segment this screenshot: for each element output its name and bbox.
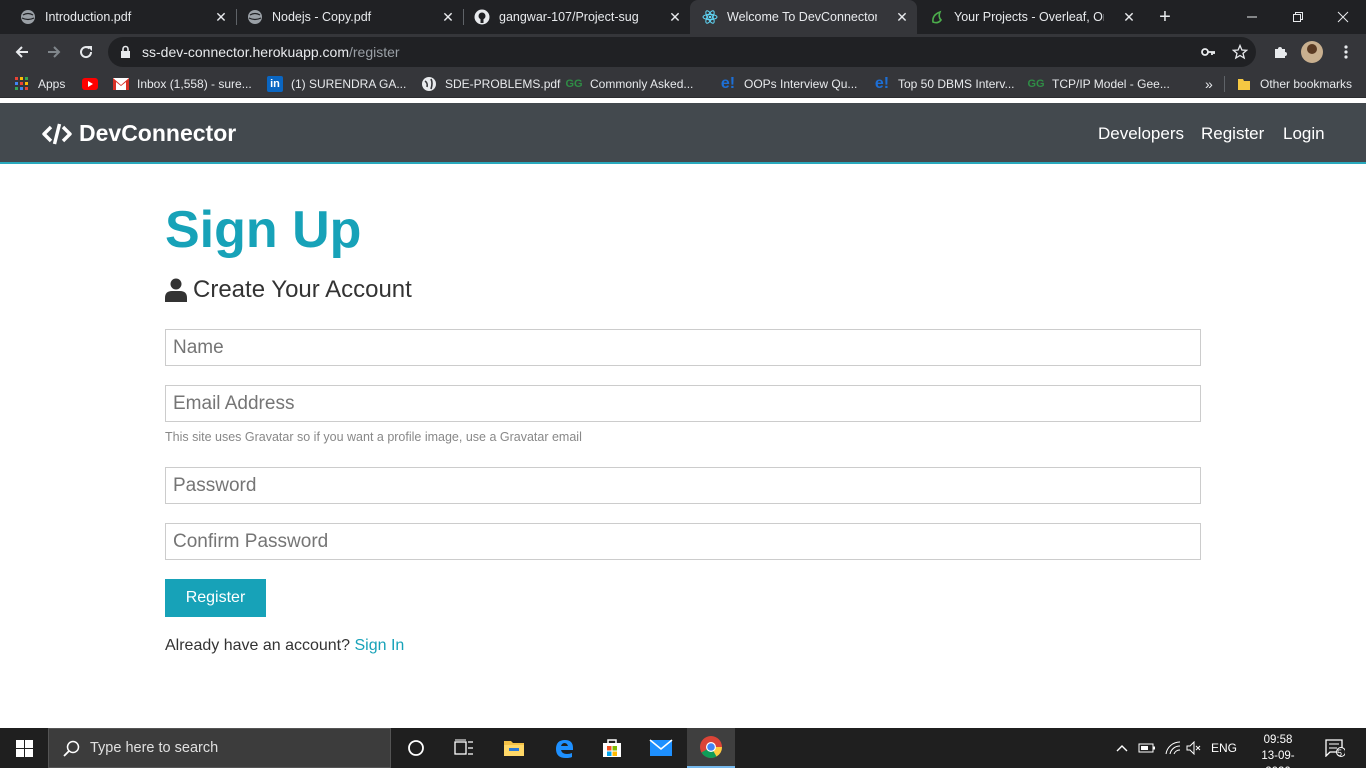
mail-icon[interactable] bbox=[637, 728, 685, 768]
restore-window-button[interactable] bbox=[1275, 0, 1321, 34]
browser-tab[interactable]: Your Projects - Overleaf, Online ✕ bbox=[917, 0, 1144, 34]
close-tab-icon[interactable]: ✕ bbox=[895, 10, 909, 24]
task-view-icon[interactable] bbox=[440, 728, 488, 768]
close-tab-icon[interactable]: ✕ bbox=[214, 10, 228, 24]
nav-login-link[interactable]: Login bbox=[1283, 124, 1325, 144]
notification-center-icon[interactable]: 5 bbox=[1320, 728, 1350, 768]
file-explorer-icon[interactable] bbox=[490, 728, 538, 768]
site-navbar: DevConnector Developers Register Login bbox=[0, 103, 1366, 164]
bookmarks-bar: Apps Inbox (1,558) - sure... in (1) SURE… bbox=[0, 70, 1366, 98]
forward-arrow-icon[interactable] bbox=[42, 40, 66, 64]
linkedin-icon: in bbox=[267, 76, 283, 92]
signin-prompt: Already have an account? Sign In bbox=[165, 637, 405, 654]
gmail-icon bbox=[113, 76, 129, 92]
extensions-puzzle-icon[interactable] bbox=[1268, 40, 1292, 64]
user-icon bbox=[165, 278, 187, 302]
other-bookmarks-folder[interactable]: Other bookmarks bbox=[1236, 76, 1352, 92]
react-icon bbox=[702, 9, 718, 25]
globe-icon bbox=[247, 9, 263, 25]
bookmark-inbox[interactable]: Inbox (1,558) - sure... bbox=[113, 76, 252, 92]
folder-icon bbox=[1236, 76, 1252, 92]
globe-icon bbox=[421, 76, 437, 92]
youtube-icon bbox=[82, 76, 98, 92]
windows-start-icon[interactable] bbox=[0, 728, 48, 768]
code-icon bbox=[42, 123, 72, 145]
gfg-icon: GG bbox=[1027, 78, 1045, 90]
search-icon bbox=[63, 740, 80, 757]
new-tab-button[interactable]: + bbox=[1154, 6, 1176, 28]
browser-tab[interactable]: gangwar-107/Project-suggestio ✕ bbox=[454, 0, 690, 34]
profile-avatar[interactable] bbox=[1301, 41, 1323, 63]
taskbar-clock[interactable]: 09:58 13-09-2020 bbox=[1250, 732, 1306, 768]
address-bar[interactable]: ss-dev-connector.herokuapp.com/register bbox=[108, 37, 1256, 67]
bookmarks-overflow-button[interactable]: » bbox=[1205, 76, 1213, 92]
browser-tab-strip: Introduction.pdf ✕ Nodejs - Copy.pdf ✕ g… bbox=[0, 0, 1366, 34]
bookmark-divider bbox=[1224, 76, 1225, 92]
lock-icon[interactable] bbox=[120, 45, 131, 64]
browser-tab[interactable]: Nodejs - Copy.pdf ✕ bbox=[227, 0, 463, 34]
browser-tab-active[interactable]: Welcome To DevConnector ✕ bbox=[690, 0, 917, 34]
apps-grid-icon bbox=[14, 76, 30, 92]
github-icon bbox=[474, 9, 490, 25]
email-field[interactable] bbox=[165, 385, 1201, 422]
reload-icon[interactable] bbox=[74, 40, 98, 64]
key-icon[interactable] bbox=[1200, 44, 1216, 60]
bookmark-commonly-asked[interactable]: GG Commonly Asked... bbox=[565, 76, 693, 92]
close-window-button[interactable] bbox=[1320, 0, 1366, 34]
brand-link[interactable]: DevConnector bbox=[42, 120, 236, 147]
volume-muted-icon[interactable] bbox=[1184, 728, 1204, 768]
bookmark-apps[interactable]: Apps bbox=[14, 76, 65, 92]
bookmark-tcp-ip[interactable]: GG TCP/IP Model - Gee... bbox=[1027, 76, 1169, 92]
browser-toolbar: ss-dev-connector.herokuapp.com/register bbox=[0, 34, 1366, 70]
language-indicator[interactable]: ENG bbox=[1208, 728, 1240, 768]
register-button[interactable]: Register bbox=[165, 579, 266, 617]
wifi-icon[interactable] bbox=[1162, 728, 1184, 768]
password-field[interactable] bbox=[165, 467, 1201, 504]
cortana-icon[interactable] bbox=[392, 728, 440, 768]
lead-text: Create Your Account bbox=[165, 276, 412, 304]
gfg-icon: GG bbox=[565, 78, 583, 90]
notification-count-badge: 5 bbox=[1337, 748, 1343, 758]
minimize-window-button[interactable] bbox=[1229, 0, 1275, 34]
bookmark-oops-interview[interactable]: e! OOPs Interview Qu... bbox=[720, 75, 858, 92]
chrome-icon[interactable] bbox=[687, 728, 735, 768]
nav-register-link[interactable]: Register bbox=[1201, 124, 1264, 144]
edureka-icon: e! bbox=[874, 75, 890, 92]
windows-taskbar: Type here to search ENG 09:58 13-09-2020… bbox=[0, 728, 1366, 768]
microsoft-store-icon[interactable] bbox=[588, 728, 636, 768]
page-title: Sign Up bbox=[165, 201, 362, 259]
battery-icon[interactable] bbox=[1136, 728, 1158, 768]
close-tab-icon[interactable]: ✕ bbox=[441, 10, 455, 24]
star-bookmark-icon[interactable] bbox=[1232, 44, 1248, 60]
close-tab-icon[interactable]: ✕ bbox=[668, 10, 682, 24]
show-hidden-icons-chevron-icon[interactable] bbox=[1112, 728, 1132, 768]
overleaf-icon bbox=[929, 9, 945, 25]
taskbar-search-box[interactable]: Type here to search bbox=[48, 728, 391, 768]
bookmark-dbms-interview[interactable]: e! Top 50 DBMS Interv... bbox=[874, 75, 1015, 92]
back-arrow-icon[interactable] bbox=[10, 40, 34, 64]
kebab-menu-icon[interactable] bbox=[1334, 40, 1358, 64]
email-help-text: This site uses Gravatar so if you want a… bbox=[165, 430, 582, 444]
name-field[interactable] bbox=[165, 329, 1201, 366]
edureka-icon: e! bbox=[720, 75, 736, 92]
browser-tab[interactable]: Introduction.pdf ✕ bbox=[0, 0, 236, 34]
bookmark-youtube[interactable] bbox=[82, 76, 106, 92]
bookmark-linkedin[interactable]: in (1) SURENDRA GA... bbox=[267, 76, 406, 92]
sign-in-link[interactable]: Sign In bbox=[354, 637, 404, 654]
url-text: ss-dev-connector.herokuapp.com/register bbox=[142, 44, 400, 60]
edge-browser-icon[interactable] bbox=[540, 728, 588, 768]
confirm-password-field[interactable] bbox=[165, 523, 1201, 560]
close-tab-icon[interactable]: ✕ bbox=[1122, 10, 1136, 24]
bookmark-sde-problems[interactable]: SDE-PROBLEMS.pdf bbox=[421, 76, 560, 92]
nav-developers-link[interactable]: Developers bbox=[1098, 124, 1184, 144]
globe-icon bbox=[20, 9, 36, 25]
